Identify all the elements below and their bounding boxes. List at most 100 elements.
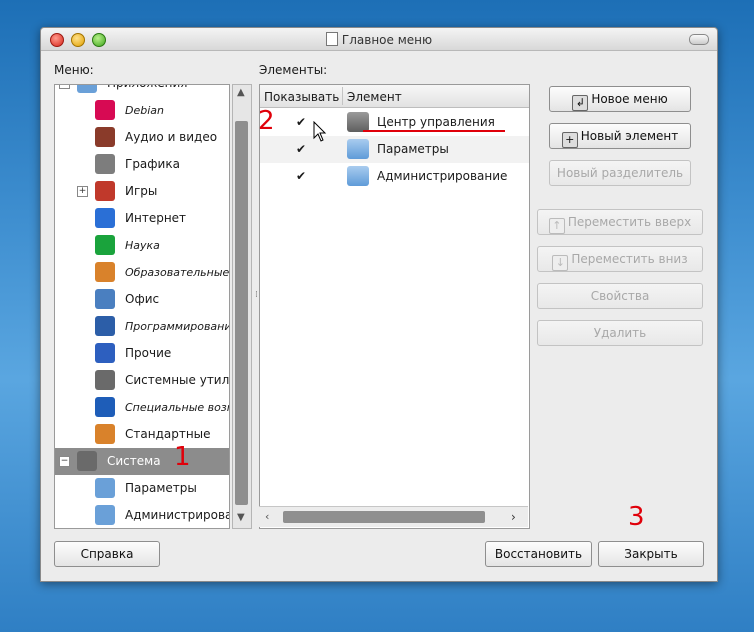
- tree-item[interactable]: Debian: [55, 97, 229, 124]
- table-row[interactable]: ✔ Параметры: [260, 136, 529, 163]
- compass-icon: [95, 262, 115, 282]
- scroll-down-icon[interactable]: ▼: [237, 512, 245, 523]
- new-menu-button[interactable]: ↲ Новое меню: [549, 86, 691, 112]
- tree-item-label: Аудио и видео: [125, 130, 218, 144]
- new-item-button[interactable]: + Новый элемент: [549, 123, 691, 149]
- tree-item[interactable]: Наука: [55, 232, 229, 259]
- collapse-icon[interactable]: −: [59, 85, 70, 89]
- tree-item-label: Графика: [125, 157, 180, 171]
- system-gear-icon: [77, 451, 97, 471]
- horizontal-scroll-thumb[interactable]: [283, 511, 485, 523]
- delete-button[interactable]: Удалить: [537, 320, 703, 346]
- science-cube-icon: [95, 235, 115, 255]
- plus-icon: +: [561, 132, 578, 148]
- table-item-label: Центр управления: [377, 115, 495, 129]
- folder-icon: [95, 478, 115, 498]
- tree-item[interactable]: Параметры: [55, 475, 229, 502]
- tree-item-label: Системные утилиты: [125, 373, 230, 387]
- debian-swirl-icon: [95, 100, 115, 120]
- table-header: Показывать Элемент: [260, 85, 529, 108]
- tree-item-label: Debian: [125, 104, 164, 117]
- tree-item[interactable]: Системные утилиты: [55, 367, 229, 394]
- expand-icon[interactable]: +: [77, 186, 88, 197]
- menu-tree[interactable]: − Приложения Debian Аудио и видео Графика + Иг…: [54, 84, 230, 529]
- collapse-icon[interactable]: −: [59, 456, 70, 467]
- column-show-header[interactable]: Показывать: [264, 90, 339, 104]
- tree-item-label: Администрирование: [125, 508, 229, 522]
- show-checkbox[interactable]: ✔: [296, 116, 308, 128]
- hammer-icon: [95, 316, 115, 336]
- office-icon: [95, 289, 115, 309]
- tree-item[interactable]: Стандартные: [55, 421, 229, 448]
- annotation-3: 3: [628, 502, 645, 532]
- accessibility-icon: [95, 397, 115, 417]
- multimedia-icon: [95, 127, 115, 147]
- help-button[interactable]: Справка: [54, 541, 160, 567]
- show-checkbox[interactable]: ✔: [296, 143, 308, 155]
- scroll-thumb[interactable]: [235, 121, 248, 505]
- column-item-header[interactable]: Элемент: [347, 90, 402, 104]
- tree-item-label: Офис: [125, 292, 160, 306]
- tree-item-label: Параметры: [125, 481, 197, 495]
- elements-table[interactable]: Показывать Элемент ✔ Центр управления ✔ Пар…: [259, 84, 530, 529]
- revert-button[interactable]: Восстановить: [485, 541, 592, 567]
- pane-splitter-handle[interactable]: ⁞: [255, 290, 258, 300]
- tree-item-label: Игры: [125, 184, 158, 198]
- menu-label: Меню:: [54, 63, 94, 77]
- tree-item[interactable]: Офис: [55, 286, 229, 313]
- show-checkbox[interactable]: ✔: [296, 170, 308, 182]
- properties-button[interactable]: Свойства: [537, 283, 703, 309]
- move-up-button[interactable]: ↑ Переместить вверх: [537, 209, 703, 235]
- menu-tree-scrollbar[interactable]: ▲ ▼: [232, 84, 252, 529]
- table-row[interactable]: ✔ Администрирование: [260, 163, 529, 190]
- tree-item-label: Программирование: [125, 320, 230, 333]
- main-menu-window: Главное меню Меню: Элементы: − Приложения…: [40, 27, 718, 582]
- document-icon: [325, 32, 338, 46]
- control-center-icon: [347, 112, 369, 132]
- tree-item[interactable]: Прочие: [55, 340, 229, 367]
- table-item-label: Параметры: [377, 142, 449, 156]
- elements-horizontal-scrollbar[interactable]: ‹ ›: [259, 506, 528, 527]
- admin-folder-icon: [95, 505, 115, 525]
- annotation-1: 1: [174, 442, 191, 472]
- new-separator-button[interactable]: Новый разделитель: [549, 160, 691, 186]
- toolbar-toggle-icon[interactable]: [689, 34, 709, 45]
- titlebar: Главное меню: [41, 28, 717, 51]
- tree-item[interactable]: Образовательные: [55, 259, 229, 286]
- scroll-right-icon[interactable]: ›: [511, 510, 516, 524]
- window-title: Главное меню: [41, 32, 717, 47]
- new-menu-icon: ↲: [572, 95, 589, 111]
- close-button[interactable]: Закрыть: [598, 541, 704, 567]
- mouse-pointer-icon: [313, 121, 327, 142]
- elements-label: Элементы:: [259, 63, 328, 77]
- annotation-underline: [363, 130, 505, 132]
- other-apps-icon: [95, 343, 115, 363]
- system-tools-icon: [95, 370, 115, 390]
- folder-icon: [347, 139, 369, 159]
- table-item-label: Администрирование: [377, 169, 508, 183]
- tree-item[interactable]: Интернет: [55, 205, 229, 232]
- tree-item[interactable]: Графика: [55, 151, 229, 178]
- folder-icon: [77, 85, 97, 93]
- arrow-up-icon: ↑: [548, 218, 565, 234]
- arrow-down-icon: ↓: [552, 255, 569, 271]
- tree-item-label: Образовательные: [125, 266, 230, 279]
- tree-item[interactable]: Аудио и видео: [55, 124, 229, 151]
- scroll-up-icon[interactable]: ▲: [237, 87, 245, 98]
- tree-item[interactable]: Программирование: [55, 313, 229, 340]
- tree-item[interactable]: Специальные возможности: [55, 394, 229, 421]
- tree-item-label: Интернет: [125, 211, 187, 225]
- scroll-left-icon[interactable]: ‹: [265, 510, 269, 523]
- globe-icon: [95, 208, 115, 228]
- tree-item[interactable]: − Приложения: [55, 85, 229, 97]
- tree-item[interactable]: − Система: [55, 448, 229, 475]
- annotation-2: 2: [258, 106, 275, 136]
- move-down-button[interactable]: ↓ Переместить вниз: [537, 246, 703, 272]
- tree-item[interactable]: + Игры: [55, 178, 229, 205]
- tree-item[interactable]: Администрирование: [55, 502, 229, 528]
- tree-item-label: Стандартные: [125, 427, 211, 441]
- accessories-icon: [95, 424, 115, 444]
- camera-icon: [95, 154, 115, 174]
- tree-item-label: Прочие: [125, 346, 172, 360]
- tree-item-label: Наука: [125, 239, 160, 252]
